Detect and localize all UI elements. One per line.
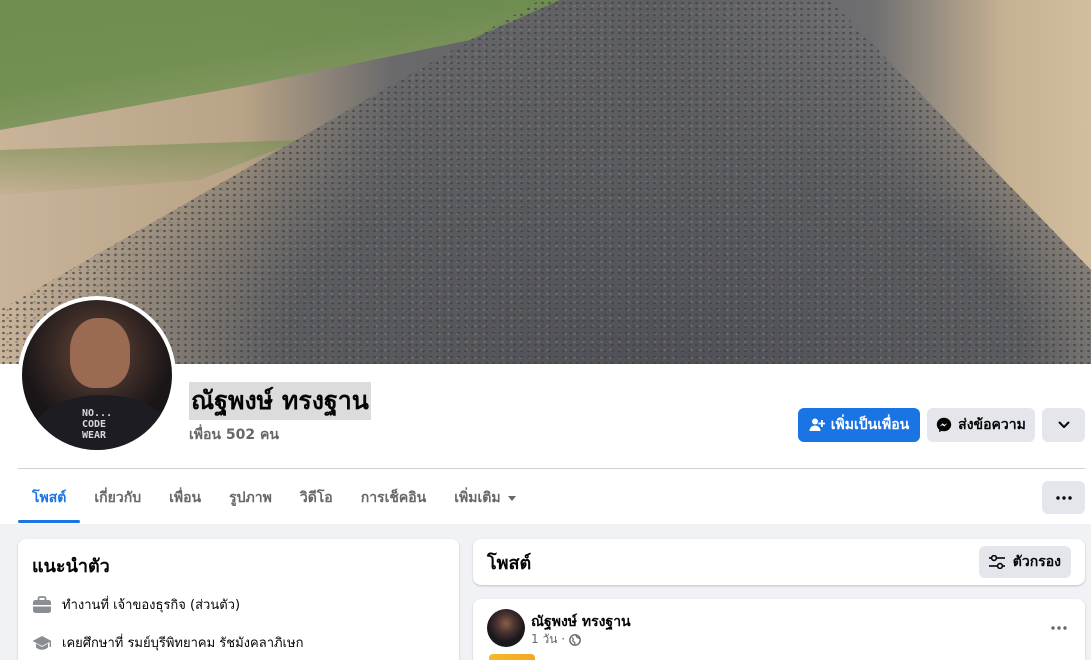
- post-meta: 1 วัน ·: [531, 630, 581, 649]
- more-dots-icon: [1055, 495, 1072, 500]
- profile-avatar[interactable]: NO... CODE WEAR: [18, 296, 176, 454]
- tab-label: โพสต์: [32, 490, 67, 506]
- tab-videos[interactable]: วิดีโอ: [286, 475, 347, 521]
- post-options-button[interactable]: [1051, 615, 1067, 634]
- intro-work-row: ทำงานที่ เจ้าของธุรกิจ (ส่วนตัว): [32, 594, 445, 615]
- tab-label: เพื่อน: [169, 490, 202, 506]
- tab-photos[interactable]: รูปภาพ: [215, 475, 286, 521]
- tab-about[interactable]: เกี่ยวกับ: [80, 475, 155, 521]
- avatar-shirt-print: NO... CODE WEAR: [82, 408, 113, 441]
- filter-label: ตัวกรอง: [1012, 554, 1061, 570]
- cover-photo[interactable]: [0, 0, 1091, 364]
- add-friend-label: เพิ่มเป็นเพื่อน: [830, 417, 910, 433]
- more-dots-icon: [1051, 626, 1067, 630]
- chevron-down-icon: [1058, 421, 1069, 428]
- profile-dropdown-button[interactable]: [1042, 408, 1085, 442]
- tab-label: รูปภาพ: [229, 490, 272, 506]
- tab-more[interactable]: เพิ่มเติม: [440, 475, 530, 521]
- tab-friends[interactable]: เพื่อน: [155, 475, 215, 521]
- header-divider: [18, 468, 1085, 469]
- tab-posts[interactable]: โพสต์: [18, 475, 81, 523]
- filter-button[interactable]: ตัวกรอง: [978, 546, 1071, 578]
- tabs-more-options-button[interactable]: [1042, 481, 1085, 514]
- tab-checkins[interactable]: การเช็คอิน: [347, 475, 441, 521]
- profile-tabs: โพสต์ เกี่ยวกับ เพื่อน รูปภาพ วิดีโอ การ…: [18, 475, 531, 523]
- intro-title: แนะนำตัว: [32, 556, 110, 577]
- intro-education: เคยศึกษาที่ รมย์บุรีพิทยาคม รัชมังคลาภิเ…: [62, 636, 304, 651]
- tab-label: เกี่ยวกับ: [94, 490, 142, 506]
- caret-down-icon: [507, 496, 516, 501]
- friends-count[interactable]: เพื่อน 502 คน: [189, 424, 279, 446]
- post-card: ณัฐพงษ์ ทรงฐาน 1 วัน ·: [473, 599, 1085, 660]
- post-emoji-strip: [489, 654, 535, 660]
- briefcase-icon: [33, 595, 51, 613]
- filter-sliders-icon: [988, 555, 1005, 569]
- tab-label: เพิ่มเติม: [454, 490, 501, 506]
- post-author-avatar[interactable]: [487, 609, 525, 647]
- add-friend-button[interactable]: เพิ่มเป็นเพื่อน: [798, 408, 920, 442]
- intro-card: แนะนำตัว ทำงานที่ เจ้าของธุรกิจ (ส่วนตัว…: [18, 539, 459, 660]
- graduation-cap-icon: [32, 635, 52, 650]
- message-label: ส่งข้อความ: [958, 417, 1026, 433]
- posts-header-card: โพสต์ ตัวกรอง: [473, 539, 1085, 585]
- profile-name: ณัฐพงษ์ ทรงฐาน: [189, 382, 371, 420]
- tab-label: วิดีโอ: [299, 490, 333, 506]
- message-button[interactable]: ส่งข้อความ: [927, 408, 1035, 442]
- add-user-icon: [809, 418, 825, 431]
- intro-work: ทำงานที่ เจ้าของธุรกิจ (ส่วนตัว): [62, 598, 241, 613]
- avatar-face: [70, 318, 130, 388]
- post-time[interactable]: 1 วัน ·: [531, 630, 565, 649]
- intro-education-row: เคยศึกษาที่ รมย์บุรีพิทยาคม รัชมังคลาภิเ…: [32, 632, 445, 653]
- posts-title: โพสต์: [487, 552, 532, 574]
- messenger-icon: [936, 417, 952, 433]
- tab-label: การเช็คอิน: [360, 490, 427, 506]
- globe-icon: [569, 633, 581, 646]
